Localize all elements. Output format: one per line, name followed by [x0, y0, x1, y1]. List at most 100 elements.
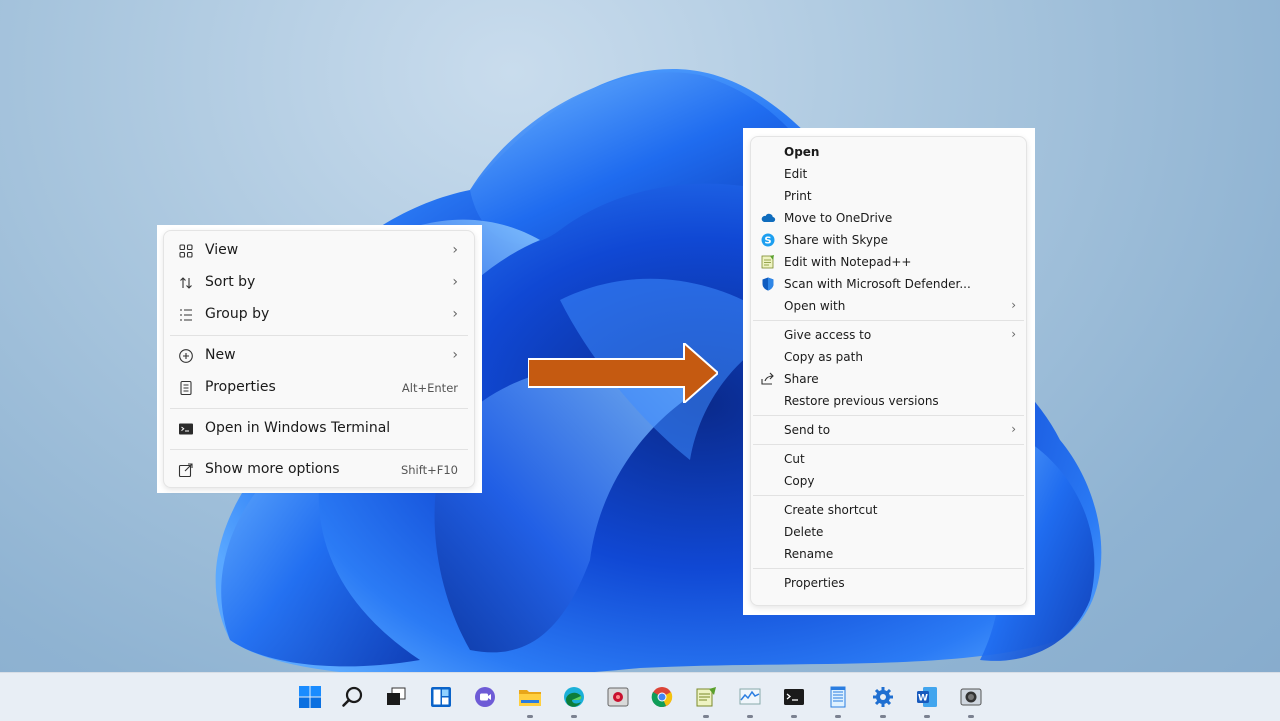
desktop-context-menu-frame: View › Sort by › Group by › New › Proper…	[157, 225, 482, 493]
transition-arrow	[528, 343, 718, 403]
running-indicator	[703, 715, 709, 718]
running-indicator	[968, 715, 974, 718]
menu-item-label: Cut	[784, 452, 805, 466]
chevron-right-icon: ›	[1011, 298, 1016, 312]
terminal-icon	[178, 421, 194, 437]
chrome-icon[interactable]	[647, 682, 677, 712]
menu-item-print[interactable]: Print	[751, 185, 1026, 207]
menu-item-label: Sort by	[205, 274, 256, 290]
task-view-icon[interactable]	[381, 682, 411, 712]
menu-item-label: Open	[784, 145, 820, 159]
menu-item-label: Restore previous versions	[784, 394, 939, 408]
view-grid-icon	[178, 243, 194, 259]
menu-item-label: Edit	[784, 167, 808, 181]
running-indicator	[747, 715, 753, 718]
taskbar: W	[0, 672, 1280, 721]
search-icon[interactable]	[338, 682, 368, 712]
menu-item-label: Create shortcut	[784, 503, 878, 517]
menu-item-properties[interactable]: Properties	[751, 572, 1026, 594]
running-indicator	[791, 715, 797, 718]
menu-item-label: Move to OneDrive	[784, 211, 893, 225]
settings-gear-icon[interactable]	[868, 682, 898, 712]
chevron-right-icon: ›	[452, 347, 458, 363]
notepad-plus-plus-icon	[760, 254, 776, 270]
file-explorer-icon[interactable]	[515, 682, 545, 712]
menu-item-give-access-to[interactable]: Give access to ›	[751, 324, 1026, 346]
menu-item-label: Print	[784, 189, 812, 203]
resource-monitor-icon[interactable]	[735, 682, 765, 712]
menu-item-label: Send to	[784, 423, 831, 437]
running-indicator	[835, 715, 841, 718]
share-icon	[760, 371, 776, 387]
menu-item-label: Copy as path	[784, 350, 863, 364]
menu-separator	[753, 444, 1024, 445]
classic-context-menu-frame: Open Edit Print Move to OneDrive S Share…	[743, 128, 1035, 615]
start-icon[interactable]	[295, 682, 325, 712]
menu-item-open[interactable]: Open	[751, 141, 1026, 163]
chevron-right-icon: ›	[1011, 327, 1016, 341]
menu-item-label: Open with	[784, 299, 846, 313]
menu-item-delete[interactable]: Delete	[751, 521, 1026, 543]
more-options-icon	[178, 462, 194, 478]
menu-item-group-by[interactable]: Group by ›	[164, 299, 474, 331]
sort-icon	[178, 275, 194, 291]
menu-item-label: Copy	[784, 474, 815, 488]
menu-item-move-to-onedrive[interactable]: Move to OneDrive	[751, 207, 1026, 229]
menu-item-sort-by[interactable]: Sort by ›	[164, 267, 474, 299]
teams-chat-icon[interactable]	[470, 682, 500, 712]
menu-separator	[170, 408, 468, 409]
app-icon[interactable]	[603, 682, 633, 712]
notepad-plus-plus-icon[interactable]	[691, 682, 721, 712]
new-plus-icon	[178, 348, 194, 364]
widgets-icon[interactable]	[426, 682, 456, 712]
onedrive-icon	[760, 210, 776, 226]
menu-item-copy-as-path[interactable]: Copy as path	[751, 346, 1026, 368]
menu-item-copy[interactable]: Copy	[751, 470, 1026, 492]
menu-item-open-with[interactable]: Open with ›	[751, 295, 1026, 317]
menu-item-label: Show more options	[205, 461, 340, 477]
menu-item-create-shortcut[interactable]: Create shortcut	[751, 499, 1026, 521]
edge-icon[interactable]	[559, 682, 589, 712]
menu-item-edit[interactable]: Edit	[751, 163, 1026, 185]
terminal-icon[interactable]	[779, 682, 809, 712]
shortcut-label: Alt+Enter	[401, 381, 458, 395]
menu-item-label: Rename	[784, 547, 834, 561]
menu-item-view[interactable]: View ›	[164, 235, 474, 267]
menu-item-label: New	[205, 347, 236, 363]
word-icon[interactable]: W	[912, 682, 942, 712]
menu-item-cut[interactable]: Cut	[751, 448, 1026, 470]
chevron-right-icon: ›	[452, 242, 458, 258]
menu-item-label: Delete	[784, 525, 824, 539]
menu-item-share[interactable]: Share	[751, 368, 1026, 390]
menu-item-label: Scan with Microsoft Defender...	[784, 277, 971, 291]
menu-item-scan-defender[interactable]: Scan with Microsoft Defender...	[751, 273, 1026, 295]
menu-item-label: View	[205, 242, 239, 258]
running-indicator	[880, 715, 886, 718]
menu-item-new[interactable]: New ›	[164, 340, 474, 372]
chevron-right-icon: ›	[1011, 422, 1016, 436]
menu-separator	[753, 320, 1024, 321]
group-list-icon	[178, 307, 194, 323]
menu-item-label: Give access to	[784, 328, 872, 342]
desktop-context-menu: View › Sort by › Group by › New › Proper…	[163, 230, 475, 488]
menu-item-restore-previous-versions[interactable]: Restore previous versions	[751, 390, 1026, 412]
menu-item-label: Properties	[784, 576, 845, 590]
menu-item-show-more-options[interactable]: Show more options Shift+F10	[164, 454, 474, 486]
camera-app-icon[interactable]	[956, 682, 986, 712]
classic-context-menu: Open Edit Print Move to OneDrive S Share…	[750, 136, 1027, 606]
menu-item-label: Properties	[205, 379, 276, 395]
notepad-icon[interactable]	[823, 682, 853, 712]
menu-item-label: Group by	[205, 306, 270, 322]
menu-item-edit-notepad-plus-plus[interactable]: Edit with Notepad++	[751, 251, 1026, 273]
chevron-right-icon: ›	[452, 274, 458, 290]
skype-icon: S	[760, 232, 776, 248]
menu-item-open-terminal[interactable]: Open in Windows Terminal	[164, 413, 474, 445]
menu-separator	[753, 495, 1024, 496]
menu-item-label: Open in Windows Terminal	[205, 420, 391, 436]
menu-item-rename[interactable]: Rename	[751, 543, 1026, 565]
menu-item-share-with-skype[interactable]: S Share with Skype	[751, 229, 1026, 251]
menu-item-send-to[interactable]: Send to ›	[751, 419, 1026, 441]
menu-item-properties[interactable]: Properties Alt+Enter	[164, 372, 474, 404]
svg-text:S: S	[764, 236, 771, 247]
svg-text:W: W	[918, 694, 928, 704]
